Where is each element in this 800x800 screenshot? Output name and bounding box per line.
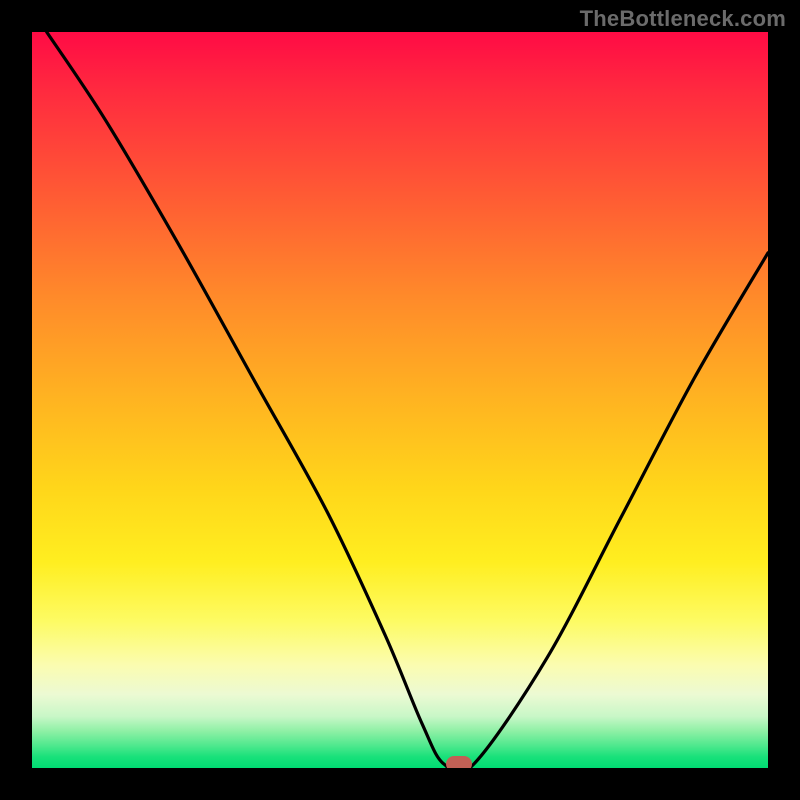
chart-frame: TheBottleneck.com [0,0,800,800]
optimal-point-marker [446,756,472,768]
curve-svg [32,32,768,768]
bottleneck-curve [47,32,768,768]
plot-area [32,32,768,768]
watermark-text: TheBottleneck.com [580,6,786,32]
